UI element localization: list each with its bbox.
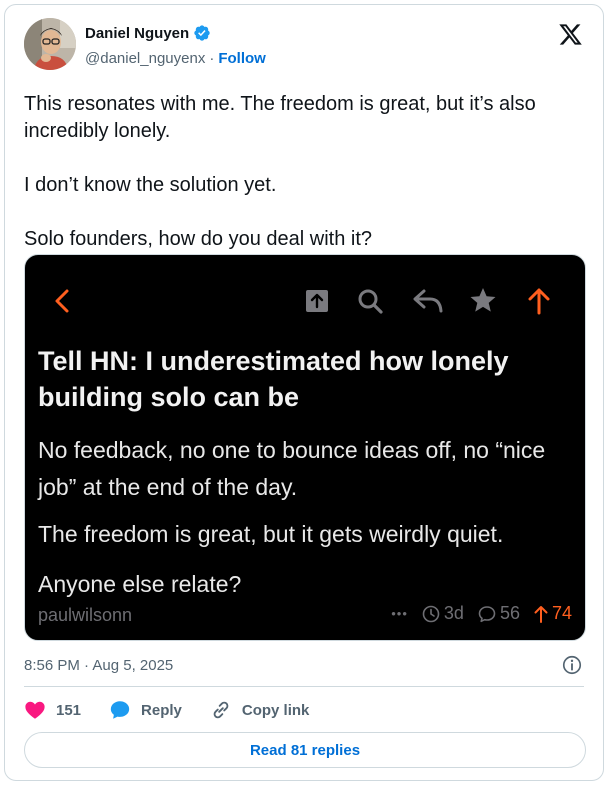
post-age: 3d: [443, 603, 464, 623]
like-button[interactable]: 151: [24, 699, 81, 721]
action-bar: 151 Reply Copy link: [24, 699, 337, 721]
more-dots: •••: [391, 606, 408, 621]
points-count: 74: [551, 603, 572, 623]
author-handle[interactable]: @daniel_nguyenx: [85, 50, 205, 67]
post-body-line: The freedom is great, but it gets weirdl…: [38, 521, 504, 547]
handle-separator: ·: [209, 50, 215, 67]
upvote-arrow-icon: [528, 288, 550, 315]
embedded-screenshot[interactable]: Tell HN: I underestimated how lonely bui…: [24, 254, 586, 641]
heart-icon: [25, 701, 45, 719]
avatar[interactable]: [24, 18, 76, 70]
post-author: paulwilsonn: [38, 605, 133, 625]
link-icon: [213, 701, 229, 719]
speech-bubble-icon: [110, 701, 130, 719]
clock-icon: [422, 605, 440, 622]
info-icon[interactable]: [561, 654, 583, 676]
comment-count: 56: [499, 603, 520, 623]
tweet-paragraph: This resonates with me. The freedom is g…: [24, 93, 536, 142]
divider: [24, 686, 584, 687]
like-count: 151: [56, 701, 82, 719]
tweet-card: Daniel Nguyen @daniel_nguyenx · Follow T…: [4, 4, 604, 781]
comment-bubble-icon: [478, 605, 496, 622]
back-chevron-icon: [55, 289, 69, 313]
tweet-paragraph: I don’t know the solution yet.: [24, 174, 277, 196]
post-body-line: No feedback, no one to bounce ideas off,…: [38, 437, 546, 500]
post-title: Tell HN: I underestimated how lonely bui…: [38, 346, 509, 412]
read-replies-button[interactable]: Read 81 replies: [24, 732, 586, 768]
star-icon: [470, 288, 496, 312]
verified-badge-icon: [194, 25, 210, 41]
points-arrow-icon: [534, 605, 548, 623]
copy-link-button[interactable]: Copy link: [210, 699, 310, 721]
x-logo-icon[interactable]: [558, 22, 583, 47]
tweet-text: This resonates with me. The freedom is g…: [24, 91, 584, 253]
author-name[interactable]: Daniel Nguyen: [85, 25, 189, 42]
tweet-timestamp[interactable]: 8:56 PM · Aug 5, 2025: [24, 657, 173, 674]
tweet-paragraph: Solo founders, how do you deal with it?: [24, 228, 372, 250]
share-icon: [306, 290, 328, 312]
search-icon: [358, 289, 383, 314]
reply-arrow-icon: [413, 289, 443, 313]
follow-link[interactable]: Follow: [218, 50, 266, 67]
post-body-line: Anyone else relate?: [38, 571, 242, 597]
copy-link-label: Copy link: [241, 701, 310, 719]
reply-button[interactable]: Reply: [109, 699, 182, 721]
reply-label: Reply: [141, 701, 182, 719]
post-meta: ••• 3d 56 74: [391, 603, 572, 624]
